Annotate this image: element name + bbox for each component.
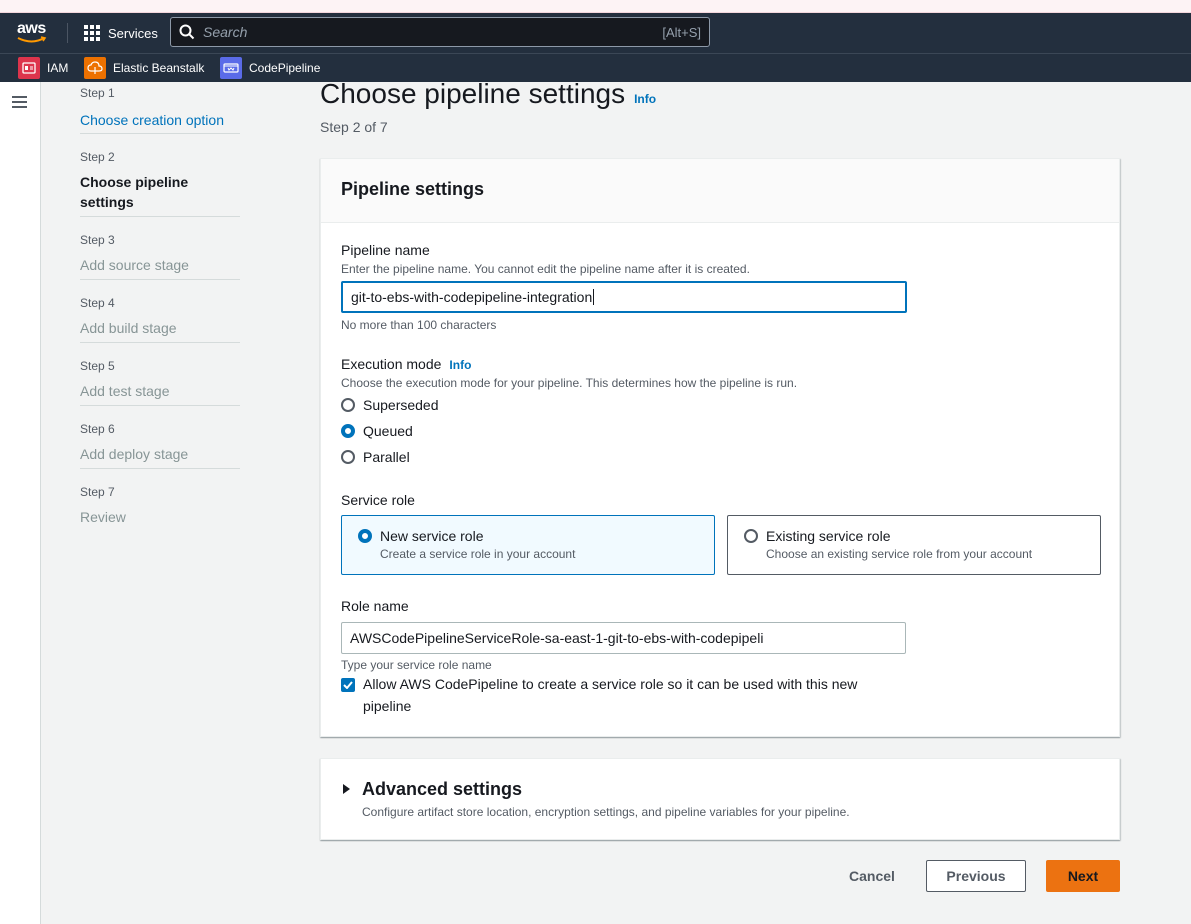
- tile-title: Existing service role: [766, 528, 891, 544]
- step-label: Review: [80, 509, 126, 525]
- previous-button[interactable]: Previous: [926, 860, 1026, 892]
- favorite-label: CodePipeline: [249, 61, 321, 75]
- checkmark-icon: [343, 681, 353, 689]
- services-label: Services: [108, 25, 158, 41]
- step-number: Step 4: [80, 296, 115, 310]
- pipeline-name-label: Pipeline name: [341, 242, 430, 258]
- execution-mode-label: Execution mode: [341, 356, 442, 372]
- codepipeline-icon: [220, 57, 242, 79]
- wizard-step-3: Step 3 Add source stage: [80, 217, 240, 280]
- caret-right-icon: [343, 784, 350, 794]
- advanced-settings-expander[interactable]: Advanced settings Configure artifact sto…: [320, 758, 1120, 840]
- search-icon: [179, 24, 195, 40]
- search-shortcut: [Alt+S]: [662, 24, 701, 40]
- step-link-choose-creation-option[interactable]: Choose creation option: [80, 110, 240, 130]
- aws-logo[interactable]: aws: [17, 21, 51, 45]
- step-label: Add build stage: [80, 320, 177, 336]
- pipeline-settings-panel: Pipeline settings Pipeline name Enter th…: [320, 158, 1120, 737]
- radio-button[interactable]: [341, 450, 355, 464]
- favorite-label: IAM: [47, 61, 69, 75]
- execution-mode-description: Choose the execution mode for your pipel…: [341, 376, 798, 390]
- tile-description: Choose an existing service role from you…: [766, 547, 1033, 561]
- browser-top-strip: [0, 0, 1191, 13]
- execution-mode-label-row: Execution mode Info: [341, 356, 471, 372]
- advanced-settings-title: Advanced settings: [362, 779, 523, 799]
- aws-top-nav: aws Services Search [Alt+S]: [0, 13, 1191, 53]
- wizard-step-5: Step 5 Add test stage: [80, 343, 240, 406]
- favorite-iam[interactable]: IAM: [18, 57, 68, 79]
- wizard-step-7: Step 7 Review: [80, 469, 240, 532]
- wizard-step-6: Step 6 Add deploy stage: [80, 406, 240, 469]
- favorite-elastic-beanstalk[interactable]: Elastic Beanstalk: [84, 57, 204, 79]
- tile-description: Create a service role in your account: [380, 547, 576, 561]
- pipeline-name-description: Enter the pipeline name. You cannot edit…: [341, 262, 750, 276]
- role-name-hint: Type your service role name: [341, 658, 492, 672]
- wizard-steps: Step 1 Choose creation option Step 2 Cho…: [80, 82, 240, 532]
- search-placeholder: Search: [203, 24, 248, 40]
- step-number: Step 6: [80, 422, 115, 436]
- allow-service-role-label: Allow AWS CodePipeline to create a servi…: [363, 676, 858, 714]
- elastic-beanstalk-icon: [84, 57, 106, 79]
- role-name-input[interactable]: AWSCodePipelineServiceRole-sa-east-1-git…: [341, 622, 906, 654]
- execution-mode-queued-radio[interactable]: Queued: [341, 423, 413, 439]
- text-caret: [593, 289, 595, 305]
- new-service-role-tile[interactable]: New service role Create a service role i…: [341, 515, 715, 575]
- search-input[interactable]: Search [Alt+S]: [170, 17, 710, 47]
- step-label: Add test stage: [80, 383, 170, 399]
- cancel-button[interactable]: Cancel: [836, 860, 908, 892]
- wizard-step-1: Step 1 Choose creation option: [80, 82, 240, 134]
- service-role-label: Service role: [341, 492, 415, 508]
- aws-smile-icon: [17, 36, 47, 43]
- nav-separator: [67, 23, 68, 43]
- pipeline-name-value: git-to-ebs-with-codepipeline-integration: [351, 289, 593, 305]
- radio-label: Superseded: [363, 397, 439, 413]
- step-number: Step 3: [80, 233, 115, 247]
- pipeline-name-constraint: No more than 100 characters: [341, 318, 497, 332]
- radio-label: Parallel: [363, 449, 410, 465]
- execution-mode-superseded-radio[interactable]: Superseded: [341, 397, 439, 413]
- execution-mode-info-link[interactable]: Info: [449, 358, 471, 372]
- page-title: Choose pipeline settings: [320, 78, 626, 109]
- radio-button-selected[interactable]: [341, 424, 355, 438]
- menu-icon[interactable]: [12, 96, 27, 108]
- tile-title: New service role: [380, 528, 484, 544]
- wizard-step-2: Step 2 Choose pipeline settings: [80, 134, 240, 217]
- role-name-label: Role name: [341, 598, 409, 614]
- next-button[interactable]: Next: [1046, 860, 1120, 892]
- services-grid-icon: [84, 25, 100, 41]
- favorite-codepipeline[interactable]: CodePipeline: [220, 57, 320, 79]
- step-current-label: Choose pipeline settings: [80, 174, 189, 210]
- panel-header: Pipeline settings: [321, 159, 1119, 223]
- step-number: Step 5: [80, 359, 115, 373]
- allow-service-role-checkbox[interactable]: [341, 678, 355, 692]
- step-number: Step 2: [80, 150, 115, 164]
- role-name-value: AWSCodePipelineServiceRole-sa-east-1-git…: [350, 630, 764, 646]
- advanced-settings-description: Configure artifact store location, encry…: [362, 805, 850, 819]
- radio-button[interactable]: [341, 398, 355, 412]
- side-navigation-rail: [0, 82, 41, 924]
- execution-mode-parallel-radio[interactable]: Parallel: [341, 449, 410, 465]
- page-info-link[interactable]: Info: [634, 92, 656, 106]
- radio-button-selected[interactable]: [358, 529, 372, 543]
- radio-label: Queued: [363, 423, 413, 439]
- pipeline-name-input[interactable]: git-to-ebs-with-codepipeline-integration: [341, 281, 907, 313]
- page-subtitle: Step 2 of 7: [320, 119, 388, 135]
- step-number: Step 1: [80, 86, 115, 100]
- step-label: Add source stage: [80, 257, 189, 273]
- step-label: Add deploy stage: [80, 446, 189, 462]
- favorite-label: Elastic Beanstalk: [113, 61, 205, 75]
- iam-icon: [18, 57, 40, 79]
- radio-button[interactable]: [744, 529, 758, 543]
- existing-service-role-tile[interactable]: Existing service role Choose an existing…: [727, 515, 1101, 575]
- services-menu-button[interactable]: Services: [84, 23, 158, 43]
- wizard-step-4: Step 4 Add build stage: [80, 280, 240, 343]
- page-header: Choose pipeline settings Info: [320, 78, 656, 110]
- step-number: Step 7: [80, 485, 115, 499]
